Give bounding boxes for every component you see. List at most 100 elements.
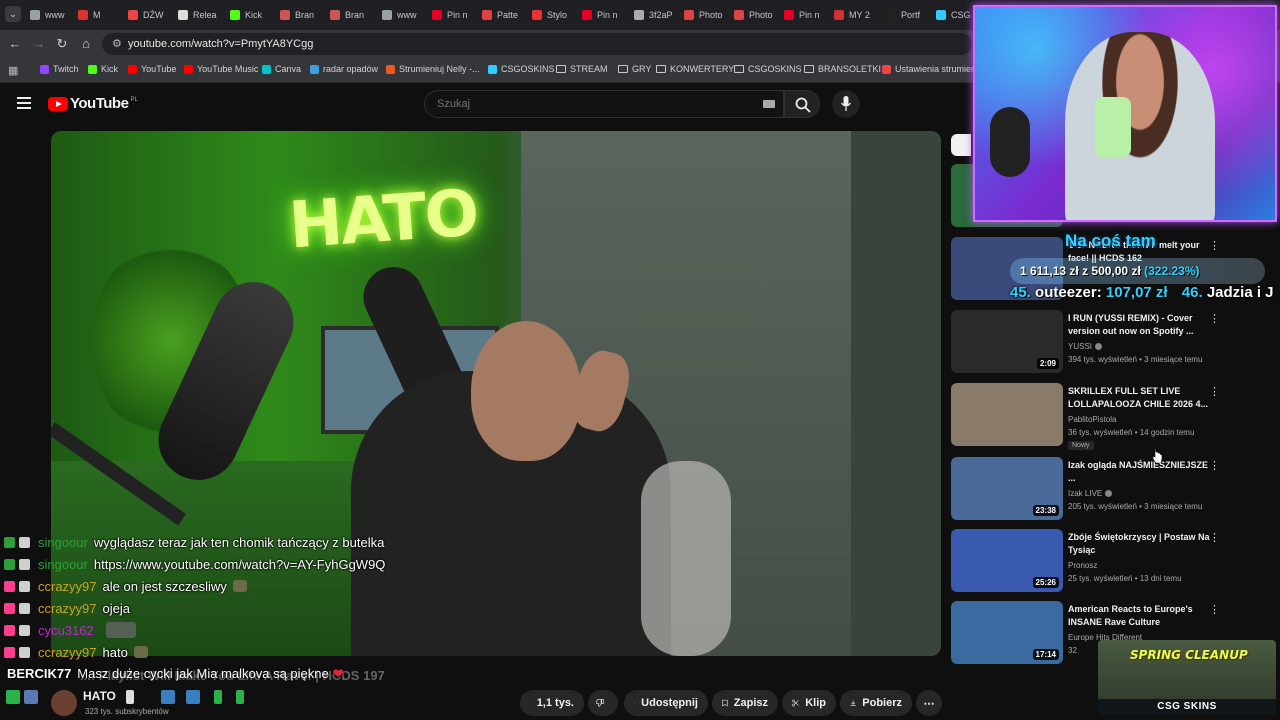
bookmark-item[interactable]: radar opadów — [310, 64, 378, 74]
recommended-video[interactable]: 23:38 Izak ogląda NAJŚMIESZNIEJSZE ... Iza… — [951, 457, 1280, 527]
bookmark-item[interactable]: KONWERTERY — [656, 64, 734, 74]
bookmark-item[interactable]: Kick — [88, 64, 118, 74]
kebab-menu-icon[interactable]: ⋮ — [1209, 459, 1220, 473]
browser-tab[interactable]: www — [30, 5, 76, 25]
tab-favicon-icon — [886, 10, 896, 20]
browser-tab[interactable]: Pin n — [784, 5, 830, 25]
forward-icon[interactable]: → — [31, 36, 47, 52]
canva-icon — [262, 64, 271, 74]
browser-tab[interactable]: Stylo — [532, 5, 578, 25]
address-bar[interactable]: ⚙ youtube.com/watch?v=PmytYA8YCgg — [102, 33, 972, 55]
chat-text: ale on jest szczesliwy — [102, 578, 227, 594]
kick-icon — [88, 64, 97, 74]
video-channel[interactable]: YUSSI — [1068, 342, 1103, 351]
video-thumbnail[interactable]: 25:26 — [951, 529, 1063, 592]
recommended-video[interactable]: SKRILLEX FULL SET LIVE LOLLAPALOOZA CHIL… — [951, 383, 1280, 453]
search-button[interactable] — [784, 90, 820, 118]
folder-icon — [804, 65, 814, 73]
browser-tab[interactable]: M — [78, 5, 124, 25]
bookmark-item[interactable]: Strumieniuj Nelly -... — [386, 64, 480, 74]
browser-tab[interactable]: DŹW — [128, 5, 174, 25]
tab-label: www — [45, 10, 65, 20]
browser-tab[interactable]: Bran — [280, 5, 326, 25]
dislike-button[interactable] — [588, 690, 618, 716]
bookmark-item[interactable]: BRANSOLETKI — [804, 64, 881, 74]
reload-icon[interactable]: ↻ — [54, 36, 70, 52]
tip-current: 1 611,13 zł — [1020, 264, 1079, 278]
browser-tab[interactable]: Photo — [684, 5, 730, 25]
video-title[interactable]: SKRILLEX FULL SET LIVE LOLLAPALOOZA CHIL… — [1068, 385, 1218, 411]
site-info-icon[interactable]: ⚙ — [112, 37, 122, 50]
video-thumbnail[interactable]: 23:38 — [951, 457, 1063, 520]
tip-goal-widget: Na coś tam 1 611,13 zł z 500,00 zł (322.… — [1010, 228, 1274, 308]
bookmark-item[interactable]: Twitch — [40, 64, 79, 74]
more-actions-button[interactable]: ⋯ — [916, 690, 942, 716]
emote-icon — [232, 580, 247, 592]
new-badge: Nowy — [1068, 441, 1094, 450]
search-box[interactable] — [424, 90, 784, 118]
video-title[interactable]: Zbóje Świętokrzyscy | Postaw Na Tysiąc — [1068, 531, 1218, 557]
webcam-microphone — [990, 107, 1030, 177]
bookmark-label: YouTube Music — [197, 64, 259, 74]
browser-tab[interactable]: Portf — [886, 5, 932, 25]
home-icon[interactable]: ⌂ — [78, 36, 94, 52]
download-button[interactable]: Pobierz — [840, 690, 912, 716]
chat-badge-icon — [4, 646, 15, 658]
browser-tab[interactable]: Relea — [178, 5, 224, 25]
save-button[interactable]: Zapisz — [712, 690, 778, 716]
apps-grid-icon[interactable]: ▦ — [8, 64, 18, 77]
bookmark-item[interactable]: CSGOSKINS — [734, 64, 802, 74]
kebab-menu-icon[interactable]: ⋮ — [1209, 531, 1220, 545]
clip-button[interactable]: Klip — [782, 690, 836, 716]
video-channel[interactable]: PablitoPistola — [1068, 415, 1116, 424]
browser-tab[interactable]: Kick — [230, 5, 276, 25]
youtube-logo[interactable]: YouTube PL — [48, 95, 138, 112]
bookmark-item[interactable]: CSGOSKINS — [488, 64, 555, 74]
recommended-video[interactable]: 25:26 Zbóje Świętokrzyscy | Postaw Na Tys… — [951, 529, 1280, 599]
recommended-video[interactable]: 2:09 I RUN (YUSSI REMIX) - Cover version … — [951, 310, 1280, 380]
bookmark-item[interactable]: YouTube — [128, 64, 176, 74]
hamburger-menu-icon[interactable] — [17, 97, 31, 109]
back-icon[interactable]: ← — [7, 36, 23, 52]
browser-tab[interactable]: Photo — [734, 5, 780, 25]
share-button[interactable]: Udostępnij — [624, 690, 708, 716]
video-channel[interactable]: Izak LIVE — [1068, 489, 1113, 498]
heart-icon: ❤ — [332, 666, 344, 681]
chat-message: singoour https://www.youtube.com/watch?v=… — [4, 554, 385, 574]
bookmark-item[interactable]: YouTube Music — [184, 64, 258, 74]
bookmark-item[interactable]: Ustawienia strumien... — [882, 64, 984, 74]
browser-tab[interactable]: MY 2 — [834, 5, 880, 25]
kebab-menu-icon[interactable]: ⋮ — [1209, 312, 1220, 326]
video-thumbnail[interactable]: 17:14 — [951, 601, 1063, 664]
browser-tab[interactable]: Bran — [330, 5, 376, 25]
emote-icon — [105, 622, 136, 638]
browser-tab[interactable]: 3f2aP — [634, 5, 680, 25]
bookmark-item[interactable]: STREAM — [556, 64, 608, 74]
twitch-icon — [40, 64, 49, 74]
chat-badge-icon — [4, 580, 15, 592]
search-input[interactable] — [435, 97, 739, 111]
bookmark-item[interactable]: GRY — [618, 64, 651, 74]
voice-search-button[interactable] — [832, 90, 860, 118]
browser-tab[interactable]: Pin n — [432, 5, 478, 25]
video-thumbnail[interactable] — [951, 383, 1063, 446]
bookmark-item[interactable]: Canva — [262, 64, 301, 74]
browser-tab[interactable]: Pin n — [582, 5, 628, 25]
kebab-menu-icon[interactable]: ⋮ — [1209, 603, 1220, 617]
like-button[interactable]: 1,1 tys. — [520, 690, 584, 716]
keyboard-icon[interactable] — [763, 100, 775, 108]
video-meta: 205 tys. wyświetleń • 3 miesiące temu — [1068, 502, 1203, 511]
badge-icon — [214, 690, 222, 704]
kebab-menu-icon[interactable]: ⋮ — [1209, 385, 1220, 399]
video-thumbnail[interactable]: 2:09 — [951, 310, 1063, 373]
filter-chip[interactable] — [951, 134, 971, 156]
browser-tab[interactable]: www — [382, 5, 428, 25]
video-title[interactable]: American Reacts to Europe's INSANE Rave … — [1068, 603, 1218, 629]
video-title[interactable]: I RUN (YUSSI REMIX) - Cover version out … — [1068, 312, 1218, 338]
video-channel[interactable]: Pronosz — [1068, 561, 1097, 570]
badge-icon — [236, 690, 244, 704]
chat-latest-text: Masz duże cycki jak Mia malkova są piękn… — [77, 666, 329, 681]
browser-tab[interactable]: Patte — [482, 5, 528, 25]
tab-search-button[interactable]: ⌄ — [5, 6, 21, 22]
video-title[interactable]: Izak ogląda NAJŚMIESZNIEJSZE ... — [1068, 459, 1218, 485]
